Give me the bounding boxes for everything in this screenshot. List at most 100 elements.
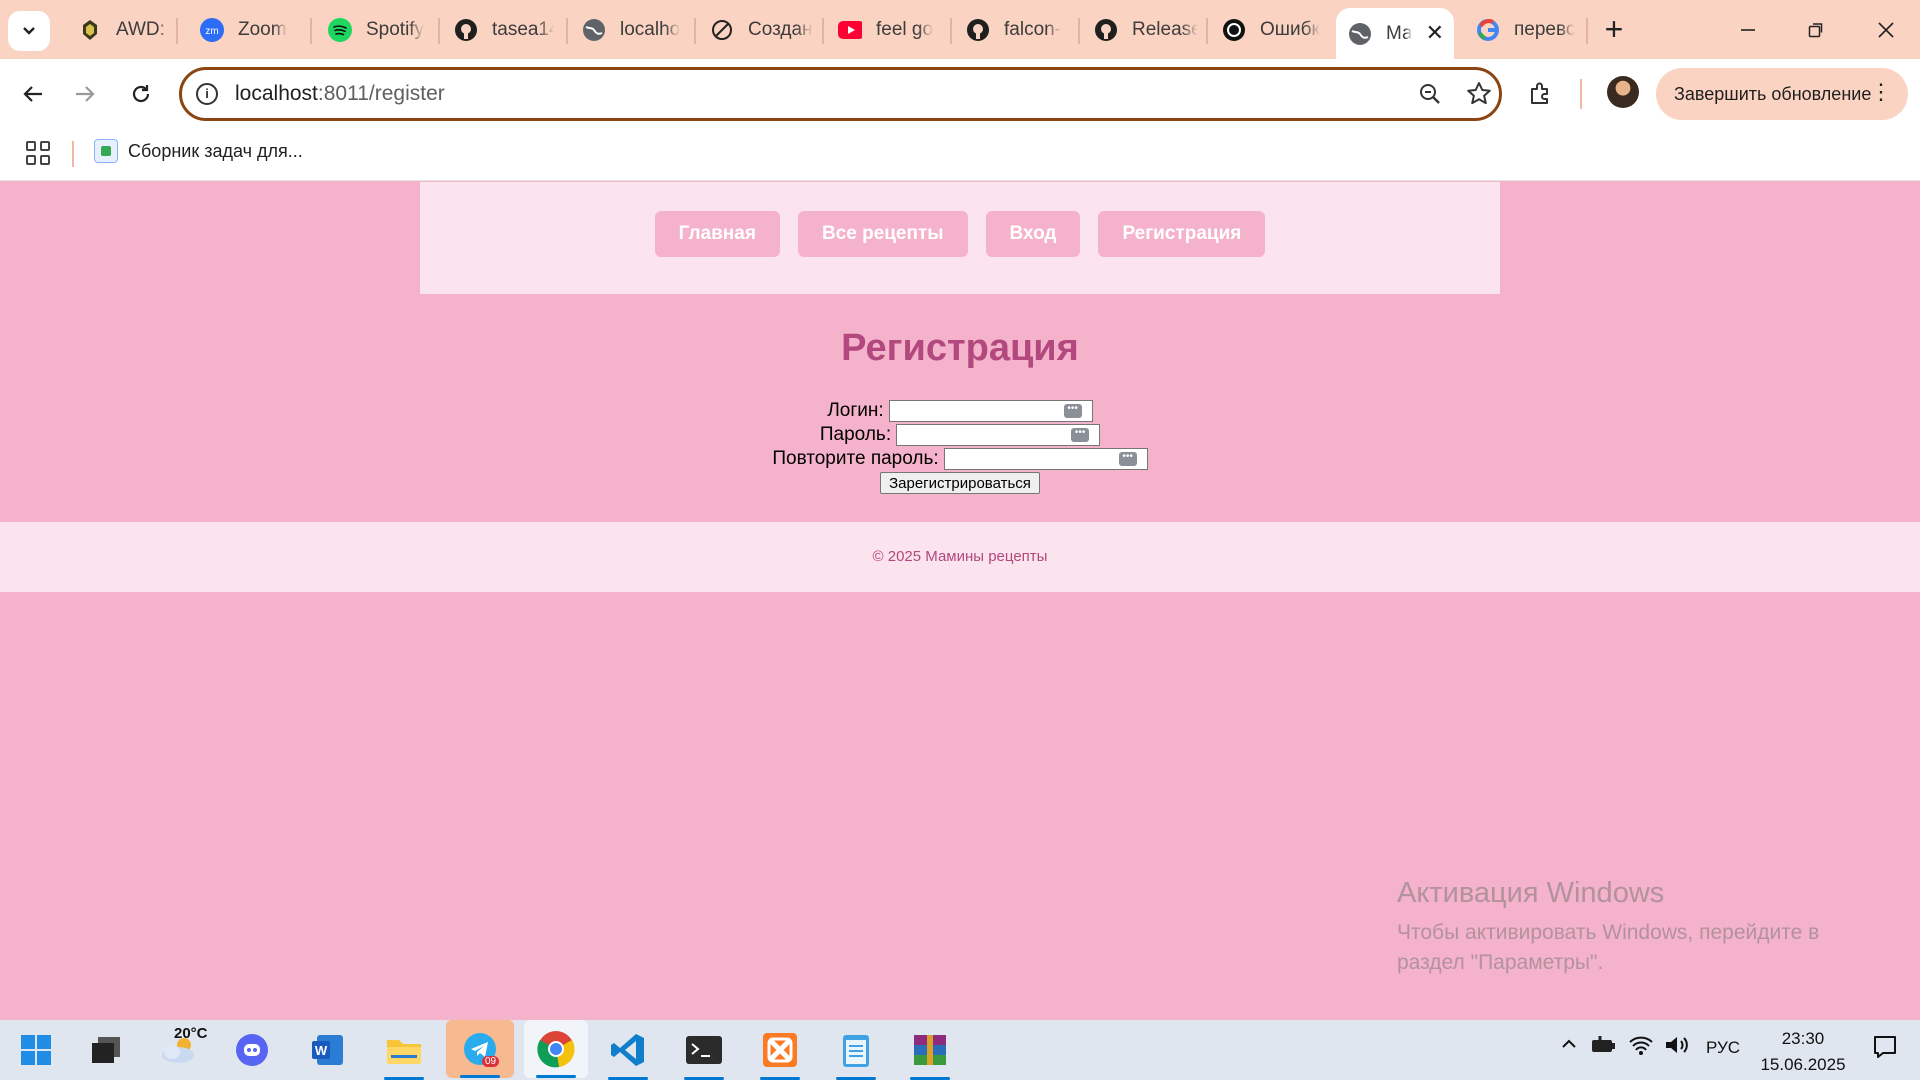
running-indicator xyxy=(536,1075,576,1078)
bookmark-item[interactable]: Сборник задач для... xyxy=(94,139,303,163)
taskbar-terminal[interactable] xyxy=(682,1030,726,1080)
taskbar-discord[interactable] xyxy=(230,1030,274,1070)
profile-avatar[interactable] xyxy=(1607,76,1639,108)
url-text[interactable]: localhost:8011/register xyxy=(235,82,445,106)
folder-icon xyxy=(387,1040,421,1064)
wifi-icon[interactable] xyxy=(1628,1034,1654,1061)
chatgpt-icon xyxy=(1222,18,1246,42)
login-row: Логин: ••• xyxy=(0,399,1920,423)
tab-separator xyxy=(438,18,440,44)
nav-link-login[interactable]: Вход xyxy=(985,211,1081,257)
site-info-icon[interactable]: i xyxy=(196,83,218,105)
password-manager-icon[interactable]: ••• xyxy=(1071,428,1090,442)
tab-label: falcon- xyxy=(1004,19,1062,40)
password-input[interactable]: ••• xyxy=(896,424,1101,446)
repeat-password-input[interactable]: ••• xyxy=(943,448,1148,470)
taskbar-winrar[interactable] xyxy=(908,1030,952,1080)
register-submit-button[interactable]: Зарегистрироваться xyxy=(880,472,1040,494)
toolbar-separator xyxy=(1580,79,1582,109)
url-host: localhost xyxy=(235,82,318,105)
register-form: Логин: ••• Пароль: ••• Повторите пароль:… xyxy=(0,399,1920,494)
nav-link-all-recipes[interactable]: Все рецепты xyxy=(797,211,968,257)
repeat-password-label: Повторите пароль: xyxy=(772,448,939,469)
github-icon xyxy=(454,18,478,42)
forward-button[interactable] xyxy=(64,73,106,115)
url-path: :8011/register xyxy=(317,82,445,105)
browser-tab[interactable]: Создан xyxy=(698,10,814,50)
taskbar-word[interactable]: W xyxy=(306,1030,350,1070)
taskbar-chrome[interactable] xyxy=(524,1020,588,1078)
taskbar-xampp[interactable] xyxy=(758,1030,802,1080)
back-button[interactable] xyxy=(12,73,54,115)
taskbar-telegram[interactable]: 09 xyxy=(446,1020,514,1078)
login-label: Логин: xyxy=(827,400,884,421)
close-tab-icon[interactable]: ✕ xyxy=(1426,20,1444,46)
windows-activation-watermark: Активация Windows Чтобы активировать Win… xyxy=(1397,877,1857,978)
browser-tab[interactable]: AWD: L xyxy=(66,10,172,50)
awd-icon xyxy=(78,18,102,42)
tab-label: Release xyxy=(1132,19,1198,40)
restore-icon xyxy=(1808,23,1823,38)
close-window-button[interactable] xyxy=(1866,10,1906,50)
openai-icon xyxy=(710,18,734,42)
system-clock[interactable]: 23:30 15.06.2025 xyxy=(1755,1026,1851,1078)
weather-temperature: 20°C xyxy=(174,1025,208,1042)
browser-tab[interactable]: tasea14 xyxy=(442,10,554,50)
reload-button[interactable] xyxy=(120,73,162,115)
browser-tab-active[interactable]: Ма ✕ xyxy=(1336,8,1454,59)
browser-tab[interactable]: Release xyxy=(1082,10,1198,50)
watermark-text: Чтобы активировать Windows, перейдите в … xyxy=(1397,921,1820,974)
bookmark-separator xyxy=(72,141,74,167)
github-icon xyxy=(966,18,990,42)
tab-search-button[interactable] xyxy=(8,11,50,51)
task-view-button[interactable] xyxy=(84,1030,128,1070)
browser-tab[interactable]: Ошибк xyxy=(1210,10,1326,50)
tray-overflow-icon[interactable] xyxy=(1560,1035,1578,1058)
minimize-button[interactable] xyxy=(1728,10,1768,50)
site-nav: Главная Все рецепты Вход Регистрация xyxy=(420,211,1500,257)
site-header: Главная Все рецепты Вход Регистрация xyxy=(420,182,1500,294)
nav-link-register[interactable]: Регистрация xyxy=(1098,211,1266,257)
taskbar-file-explorer[interactable] xyxy=(382,1030,426,1080)
new-tab-button[interactable]: + xyxy=(1596,12,1632,48)
login-input[interactable]: ••• xyxy=(888,400,1093,422)
browser-tab[interactable]: feel go xyxy=(826,10,942,50)
taskbar-vscode[interactable] xyxy=(606,1030,650,1080)
tab-strip: AWD: L zm Zoom Spotify tasea14 localho С… xyxy=(0,0,1920,59)
battery-icon[interactable] xyxy=(1590,1034,1616,1061)
github-icon xyxy=(1094,18,1118,42)
bookmark-favicon-icon xyxy=(94,139,118,163)
extensions-icon[interactable] xyxy=(1528,81,1554,107)
browser-tab[interactable]: Spotify xyxy=(316,10,432,50)
tab-label: localho xyxy=(620,19,681,40)
browser-tab[interactable]: zm Zoom xyxy=(188,10,300,50)
zoom-magnifier-icon[interactable] xyxy=(1418,82,1442,106)
apps-grid-icon[interactable] xyxy=(26,141,50,165)
language-indicator[interactable]: РУС xyxy=(1706,1038,1740,1058)
nav-link-home[interactable]: Главная xyxy=(654,211,780,257)
clock-time: 23:30 xyxy=(1781,1029,1825,1048)
start-button[interactable] xyxy=(14,1030,58,1070)
chevron-down-icon xyxy=(23,27,35,35)
tab-separator xyxy=(566,18,568,44)
tab-separator xyxy=(822,18,824,44)
restore-button[interactable] xyxy=(1796,10,1836,50)
password-manager-icon[interactable]: ••• xyxy=(1118,452,1137,466)
clock-date: 15.06.2025 xyxy=(1760,1055,1846,1074)
browser-tab[interactable]: localho xyxy=(570,10,686,50)
bookmark-star-icon[interactable] xyxy=(1466,81,1492,107)
running-indicator xyxy=(460,1075,500,1078)
address-bar[interactable]: i localhost:8011/register xyxy=(179,67,1502,121)
more-vert-icon[interactable]: ⋮ xyxy=(1870,78,1892,106)
notifications-icon[interactable] xyxy=(1872,1034,1898,1065)
watermark-title: Активация Windows xyxy=(1397,877,1665,909)
page-title: Регистрация xyxy=(841,327,1079,369)
browser-tab[interactable]: falcon- xyxy=(954,10,1070,50)
taskbar-notepad[interactable] xyxy=(834,1030,878,1080)
svg-text:W: W xyxy=(315,1043,328,1058)
password-manager-icon[interactable]: ••• xyxy=(1063,404,1082,418)
browser-tab[interactable]: перевс xyxy=(1464,10,1580,50)
volume-icon[interactable] xyxy=(1664,1034,1690,1061)
telegram-badge: 09 xyxy=(482,1056,500,1067)
finish-update-button[interactable]: Завершить обновление ⋮ xyxy=(1656,68,1908,120)
